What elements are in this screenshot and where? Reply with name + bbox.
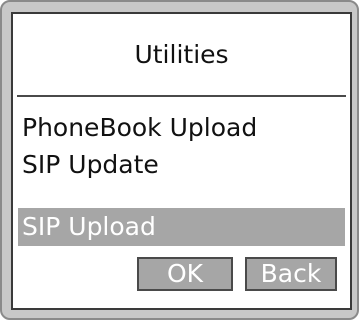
menu-item-sip-upload[interactable]: SIP Upload: [18, 208, 345, 246]
title-divider: [17, 95, 346, 97]
back-button[interactable]: Back: [245, 257, 337, 291]
menu-item-sip-update[interactable]: SIP Update: [18, 146, 345, 184]
menu-item-phonebook-upload[interactable]: PhoneBook Upload: [18, 109, 345, 147]
screen: Utilities PhoneBook Upload SIP Update SI…: [11, 12, 352, 310]
device-frame: Utilities PhoneBook Upload SIP Update SI…: [0, 0, 359, 320]
ok-button[interactable]: OK: [137, 257, 233, 291]
page-title: Utilities: [134, 40, 229, 69]
